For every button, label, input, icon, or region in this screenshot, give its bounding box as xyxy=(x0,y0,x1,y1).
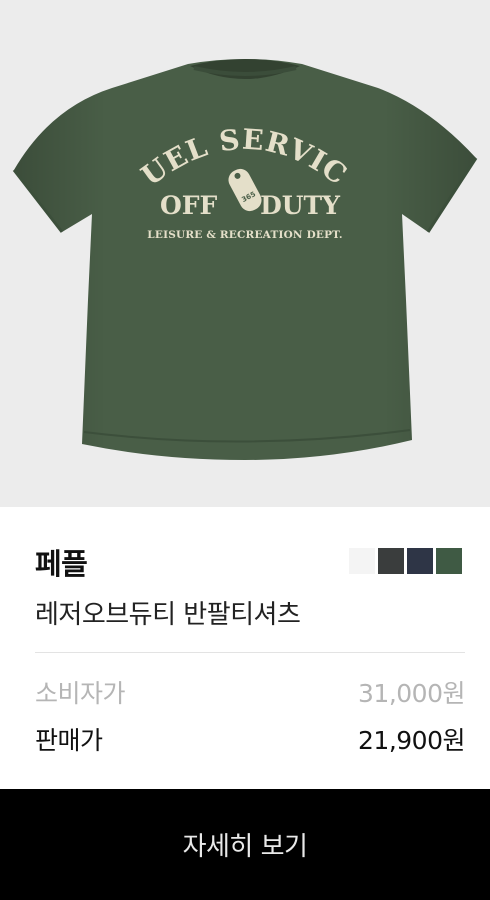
svg-text:DUTY: DUTY xyxy=(260,191,341,220)
product-name: 레저오브듀티 반팔티셔츠 xyxy=(35,600,301,630)
color-swatch[interactable] xyxy=(349,548,375,574)
product-image[interactable]: FUEL SERVICE OFF DUTY LEISURE & RECREATI… xyxy=(0,0,490,507)
color-swatch[interactable] xyxy=(407,548,433,574)
brand-name: 페플 xyxy=(35,547,88,581)
divider xyxy=(35,652,465,653)
sale-price-value: 21,900원 xyxy=(358,726,465,755)
svg-text:OFF: OFF xyxy=(160,191,218,220)
view-details-button[interactable]: 자세히 보기 xyxy=(0,789,490,900)
msrp-label: 소비자가 xyxy=(35,679,126,708)
product-info: 페플 레저오브듀티 반팔티셔츠 소비자가 31,000원 판매가 21,900원 xyxy=(0,507,490,789)
msrp-row: 소비자가 31,000원 xyxy=(35,674,465,710)
sale-price-row: 판매가 21,900원 xyxy=(35,721,465,757)
svg-text:LEISURE & RECREATION DEPT.: LEISURE & RECREATION DEPT. xyxy=(147,229,342,241)
color-swatch[interactable] xyxy=(436,548,462,574)
color-swatches xyxy=(349,548,462,574)
msrp-value: 31,000원 xyxy=(358,679,465,708)
color-swatch[interactable] xyxy=(378,548,404,574)
sale-price-label: 판매가 xyxy=(35,726,103,755)
t-shirt-illustration: FUEL SERVICE OFF DUTY LEISURE & RECREATI… xyxy=(0,0,478,460)
